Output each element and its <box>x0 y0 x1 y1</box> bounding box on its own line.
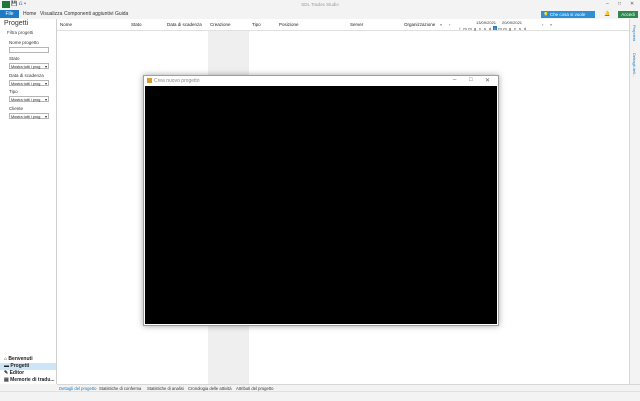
timeline-day[interactable]: g <box>508 26 512 31</box>
window-maximize-button[interactable]: □ <box>618 1 621 7</box>
status-select-value: Mostra tutti i prog <box>11 65 41 69</box>
chevron-down-icon: ▾ <box>44 81 47 86</box>
due-date-select[interactable]: Mostra tutti i prog ▾ <box>9 80 49 86</box>
tell-me-search[interactable]: 💡 Che cosa si vuole fare? <box>541 11 595 24</box>
folder-icon: ▬ <box>4 363 9 369</box>
col-posizione[interactable]: Posizione <box>279 22 299 27</box>
pencil-icon: ✎ <box>4 370 9 376</box>
window-minimize-button[interactable]: – <box>606 1 609 7</box>
chevron-down-icon: ▾ <box>44 97 47 102</box>
timeline-day[interactable]: m <box>468 26 472 31</box>
nav-memorie[interactable]: ▤ Memorie di tradu... <box>0 377 56 384</box>
nav-editor-label: Editor <box>9 370 25 376</box>
bell-icon[interactable]: 🔔 <box>604 11 610 17</box>
timeline-date-end: 20/09/2021 <box>502 20 523 25</box>
filter-status-label: Stato <box>9 56 20 61</box>
dialog-title: Crea nuovo progetto <box>154 78 200 84</box>
timeline-day[interactable]: d <box>488 26 492 31</box>
timeline-day[interactable]: m <box>498 26 502 31</box>
col-server[interactable]: Server <box>350 22 363 27</box>
chevron-down-icon: ▾ <box>44 64 47 69</box>
dialog-maximize-button[interactable]: □ <box>469 77 473 83</box>
details-side-tab[interactable]: Dettagli dell... <box>632 53 637 77</box>
nav-progetti-label: Progetti <box>10 363 30 369</box>
timeline-day[interactable]: m <box>503 26 507 31</box>
nav-editor[interactable]: ✎ Editor <box>0 370 56 377</box>
nav-memorie-label: Memorie di tradu... <box>10 377 55 383</box>
timeline-day[interactable]: l <box>458 26 462 31</box>
timeline-next-button[interactable]: » <box>550 22 552 27</box>
col-scadenza[interactable]: Data di scadenza <box>167 22 202 27</box>
timeline-day[interactable]: l <box>493 26 497 31</box>
project-name-input[interactable] <box>9 47 49 53</box>
filter-due-label: Data di scadenza <box>9 73 44 78</box>
right-side-strip: Proprietà Dettagli dell... <box>629 19 640 384</box>
timeline-day[interactable]: d <box>523 26 527 31</box>
timeline-day[interactable]: v <box>478 26 482 31</box>
properties-tab[interactable]: Proprietà <box>632 25 637 41</box>
status-select[interactable]: Mostra tutti i prog ▾ <box>9 63 49 69</box>
timeline-day[interactable]: g <box>473 26 477 31</box>
col-tipo[interactable]: Tipo <box>252 22 261 27</box>
timeline-date-start: 13/09/2021 <box>476 20 497 25</box>
menu-home[interactable]: Home <box>23 10 36 18</box>
dialog-minimize-button[interactable]: – <box>453 77 456 83</box>
account-button[interactable]: Accedi <box>618 11 638 18</box>
timeline-next-icon[interactable]: › <box>542 22 543 27</box>
left-panel: Progetti Filtra progetti Nome progetto S… <box>0 19 57 384</box>
dialog-close-button[interactable]: ✕ <box>485 77 490 84</box>
filter-client-label: Cliente <box>9 106 24 111</box>
timeline-day[interactable]: s <box>518 26 522 31</box>
col-stato[interactable]: Stato <box>131 22 142 27</box>
filter-type-label: Tipo <box>9 89 18 94</box>
dialog-content[interactable] <box>145 86 497 324</box>
due-date-select-value: Mostra tutti i prog <box>11 82 41 86</box>
type-select[interactable]: Mostra tutti i prog ▾ <box>9 96 49 102</box>
nav-benvenuti[interactable]: ⌂ Benvenuti <box>0 356 56 363</box>
type-select-value: Mostra tutti i prog <box>11 98 41 102</box>
folder-icon <box>147 78 152 83</box>
database-icon: ▤ <box>4 377 9 383</box>
filter-name-label: Nome progetto <box>9 40 39 45</box>
timeline-prev-icon[interactable]: ‹ <box>449 22 450 27</box>
account-label: Accedi <box>621 12 635 17</box>
timeline-prev-button[interactable]: « <box>440 22 442 27</box>
menu-visualizza[interactable]: Visualizza <box>40 10 62 18</box>
col-creazione[interactable]: Creazione <box>210 22 231 27</box>
panel-title: Progetti <box>4 20 29 27</box>
chevron-down-icon: ▾ <box>44 114 47 119</box>
filter-title: Filtra progetti <box>7 30 34 35</box>
client-select-value: Mostra tutti i prog <box>11 115 41 119</box>
nav-progetti[interactable]: ▬ Progetti <box>0 363 56 370</box>
timeline-day[interactable]: v <box>513 26 517 31</box>
nav-benvenuti-label: Benvenuti <box>8 356 33 362</box>
client-select[interactable]: Mostra tutti i prog ▾ <box>9 113 49 119</box>
new-project-dialog: Crea nuovo progetto – □ ✕ <box>143 75 499 326</box>
timeline: « ‹ 13/09/2021 20/09/2021 › » lmmgvsdlmm… <box>436 20 556 31</box>
home-icon: ⌂ <box>4 356 8 362</box>
col-nome[interactable]: Nome <box>60 22 72 27</box>
menu-guida[interactable]: Guida <box>115 10 128 18</box>
timeline-day[interactable]: s <box>483 26 487 31</box>
title-bar: 💾 ⎌ ▾ SDL Trados Studio <box>0 0 640 9</box>
timeline-day[interactable]: m <box>463 26 467 31</box>
col-organizzazione[interactable]: Organizzazione <box>404 22 435 27</box>
window-close-button[interactable]: ✕ <box>630 1 634 7</box>
menu-componenti[interactable]: Componenti aggiuntivi <box>64 10 113 18</box>
file-tab[interactable]: File <box>0 10 19 18</box>
window-title: SDL Trados Studio <box>301 2 339 7</box>
